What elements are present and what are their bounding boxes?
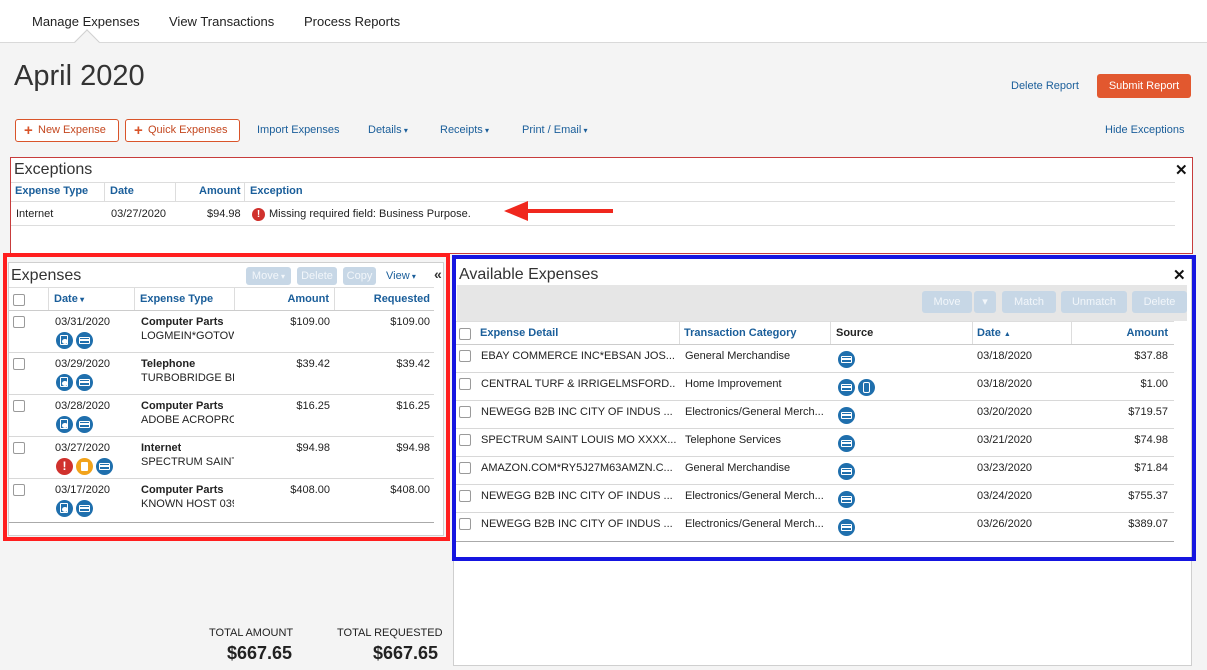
exc-header-type[interactable]: Expense Type bbox=[15, 185, 88, 197]
exc-row-message: Missing required field: Business Purpose… bbox=[269, 208, 471, 220]
quick-expenses-button[interactable]: + Quick Expenses bbox=[125, 119, 240, 142]
exc-header-exception[interactable]: Exception bbox=[250, 185, 303, 197]
exceptions-title: Exceptions bbox=[14, 161, 93, 178]
exc-row-date: 03/27/2020 bbox=[111, 208, 167, 220]
delete-report-link[interactable]: Delete Report bbox=[1011, 80, 1079, 92]
annotation-red-box bbox=[3, 253, 450, 541]
annotation-arrow-head bbox=[504, 201, 528, 221]
tab-manage-expenses[interactable]: Manage Expenses bbox=[32, 14, 140, 29]
exc-header-date[interactable]: Date bbox=[110, 185, 134, 197]
annotation-blue-box bbox=[452, 255, 1196, 561]
receipts-menu[interactable]: Receipts bbox=[440, 124, 489, 136]
exc-header-amount[interactable]: Amount bbox=[199, 185, 241, 197]
details-menu[interactable]: Details bbox=[368, 124, 408, 136]
import-expenses-link[interactable]: Import Expenses bbox=[257, 124, 340, 136]
total-requested-label: TOTAL REQUESTED bbox=[337, 627, 443, 639]
page-title: April 2020 bbox=[14, 60, 145, 92]
total-requested-value: $667.65 bbox=[373, 643, 439, 663]
tab-process-reports[interactable]: Process Reports bbox=[304, 14, 400, 29]
active-tab-indicator bbox=[74, 29, 100, 55]
total-amount-label: TOTAL AMOUNT bbox=[209, 627, 294, 639]
exc-row-amount: $94.98 bbox=[207, 208, 241, 220]
submit-report-button[interactable]: Submit Report bbox=[1097, 74, 1191, 98]
close-exceptions-icon[interactable]: ✕ bbox=[1175, 161, 1188, 179]
top-nav: Manage Expenses View Transactions Proces… bbox=[0, 0, 1207, 55]
quick-expenses-label: Quick Expenses bbox=[148, 124, 228, 136]
hide-exceptions-link[interactable]: Hide Exceptions bbox=[1105, 124, 1185, 136]
annotation-arrow-line bbox=[525, 209, 613, 213]
new-expense-label: New Expense bbox=[38, 124, 106, 136]
new-expense-button[interactable]: + New Expense bbox=[15, 119, 119, 142]
exc-row-type: Internet bbox=[16, 208, 54, 220]
exceptions-panel: Exceptions ✕ Expense Type Date Amount Ex… bbox=[10, 157, 1193, 254]
total-amount-value: $667.65 bbox=[227, 643, 293, 663]
tab-view-transactions[interactable]: View Transactions bbox=[169, 14, 274, 29]
error-icon: ! bbox=[252, 208, 265, 221]
print-email-menu[interactable]: Print / Email bbox=[522, 124, 588, 136]
plus-icon: + bbox=[134, 122, 143, 139]
plus-icon: + bbox=[24, 122, 33, 139]
